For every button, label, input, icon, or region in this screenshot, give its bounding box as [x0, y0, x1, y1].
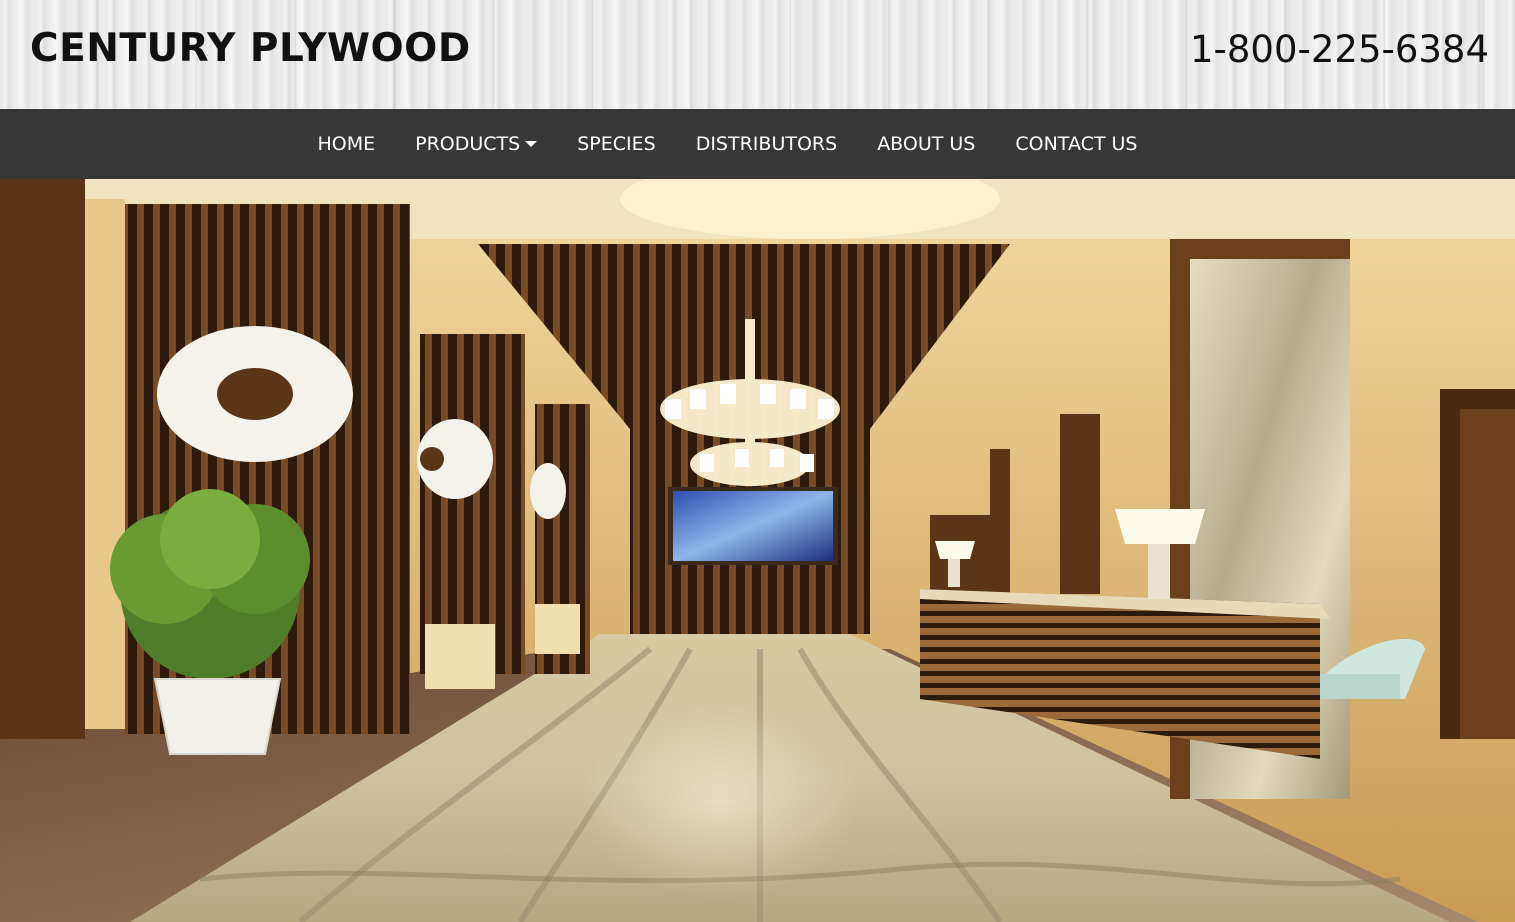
chevron-down-icon: [525, 141, 538, 147]
nav-distributors-label: DISTRIBUTORS: [695, 133, 838, 155]
nav-contact-us[interactable]: CONTACT US: [995, 133, 1157, 155]
site-header: CENTURY PLYWOOD 1-800-225-6384: [0, 0, 1515, 109]
phone-number[interactable]: 1-800-225-6384: [1190, 28, 1489, 71]
nav-products[interactable]: PRODUCTS: [395, 133, 557, 155]
nav-home-label: HOME: [317, 133, 376, 155]
nav-distributors[interactable]: DISTRIBUTORS: [676, 133, 857, 155]
nav-about-us-label: ABOUT US: [877, 133, 976, 155]
nav-about-us[interactable]: ABOUT US: [857, 133, 995, 155]
nav-home[interactable]: HOME: [298, 133, 396, 155]
nav-contact-us-label: CONTACT US: [1015, 133, 1138, 155]
lobby-interior-image: [0, 179, 1515, 922]
nav-species[interactable]: SPECIES: [557, 133, 675, 155]
nav-products-label: PRODUCTS: [415, 133, 521, 155]
site-logo[interactable]: CENTURY PLYWOOD: [30, 26, 471, 71]
hero-banner: [0, 179, 1515, 922]
main-nav: HOME PRODUCTS SPECIES DISTRIBUTORS ABOUT…: [0, 109, 1515, 179]
nav-species-label: SPECIES: [577, 133, 656, 155]
